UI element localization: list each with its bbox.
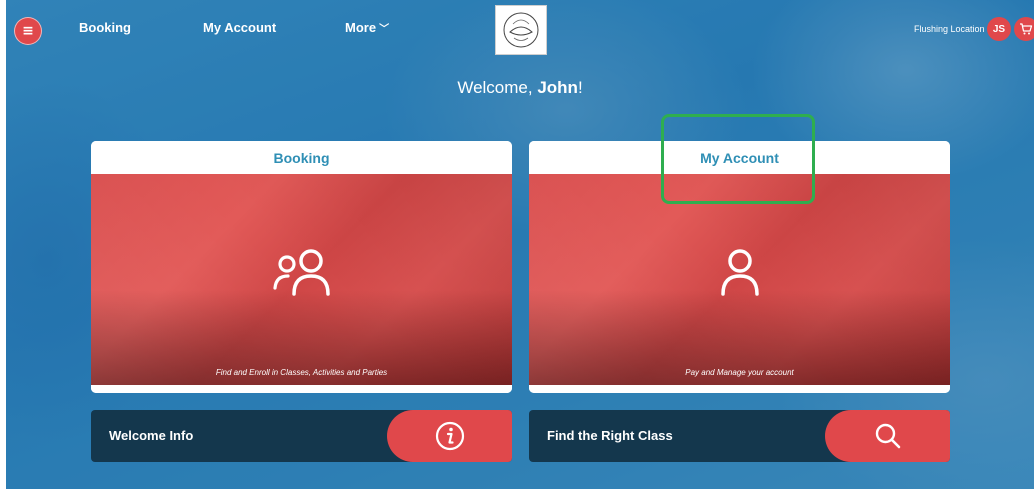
hamburger-icon: ≡ xyxy=(22,23,34,39)
booking-card[interactable]: Booking Find and Enroll in Classes, Acti… xyxy=(91,141,512,393)
welcome-heading: Welcome, John! xyxy=(6,78,1034,98)
welcome-suffix: ! xyxy=(577,78,583,97)
search-icon xyxy=(875,423,900,449)
logo-emblem-icon xyxy=(503,12,539,48)
booking-card-footer xyxy=(91,385,512,393)
user-icon xyxy=(720,249,759,296)
my-account-card-body: Pay and Manage your account xyxy=(529,174,950,385)
find-class-bar[interactable]: Find the Right Class xyxy=(529,410,950,462)
app-frame: ≡ Booking My Account More ﹀ Flushing Loca… xyxy=(6,0,1034,489)
nav-more[interactable]: More ﹀ xyxy=(345,20,389,35)
welcome-prefix: Welcome, xyxy=(457,78,538,97)
chevron-down-icon: ﹀ xyxy=(379,24,390,35)
cart-button[interactable] xyxy=(1014,17,1034,41)
nav-booking[interactable]: Booking xyxy=(79,20,131,35)
booking-card-title: Booking xyxy=(91,141,512,174)
booking-card-body: Find and Enroll in Classes, Activities a… xyxy=(91,174,512,385)
find-class-button[interactable] xyxy=(825,410,950,462)
booking-card-caption: Find and Enroll in Classes, Activities a… xyxy=(215,368,388,377)
welcome-info-button[interactable] xyxy=(387,410,512,462)
nav-more-label: More xyxy=(345,20,377,35)
welcome-info-label: Welcome Info xyxy=(109,428,194,443)
info-icon xyxy=(435,421,464,451)
user-avatar[interactable]: JS xyxy=(987,17,1011,41)
hamburger-menu-button[interactable]: ≡ xyxy=(14,17,42,45)
my-account-card-footer xyxy=(529,385,950,393)
school-logo[interactable] xyxy=(495,5,547,55)
find-class-label: Find the Right Class xyxy=(547,428,673,443)
nav-my-account[interactable]: My Account xyxy=(203,20,276,35)
users-icon xyxy=(272,249,330,296)
welcome-user-name: John xyxy=(537,78,578,97)
cart-icon xyxy=(1020,23,1033,35)
my-account-card-caption: Pay and Manage your account xyxy=(685,368,794,377)
highlight-annotation xyxy=(661,114,815,204)
location-selector[interactable]: Flushing Location xyxy=(914,24,985,34)
welcome-info-bar[interactable]: Welcome Info xyxy=(91,410,512,462)
